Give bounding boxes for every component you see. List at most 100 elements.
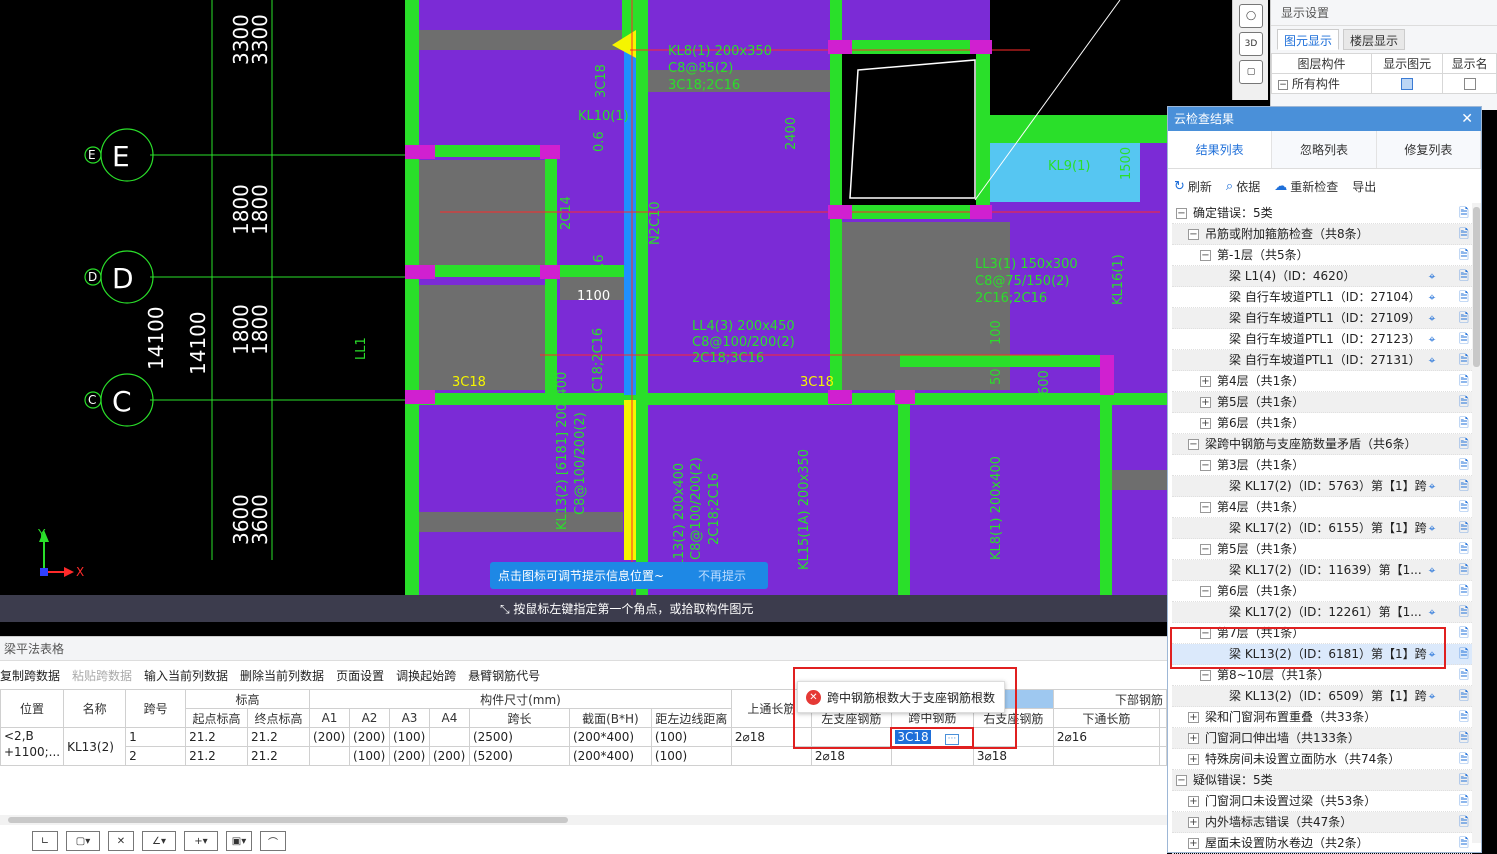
- angle-icon[interactable]: ∠▾: [142, 831, 176, 851]
- document-icon[interactable]: 🗎: [1456, 266, 1472, 286]
- expand-icon[interactable]: +: [1188, 712, 1199, 723]
- cell-top-through[interactable]: [730, 746, 812, 766]
- mid-edit-input[interactable]: 3C18: [895, 729, 931, 744]
- expand-icon[interactable]: +: [1200, 418, 1211, 429]
- result-tree-item[interactable]: 梁 KL17(2)（ID：5763）第【1】跨 ⌖ 🗎: [1172, 476, 1472, 497]
- collapse-icon[interactable]: −: [1200, 544, 1211, 555]
- result-tree-item[interactable]: 梁 自行车坡道PTL1（ID：27109） ⌖ 🗎: [1172, 308, 1472, 329]
- document-icon[interactable]: 🗎: [1456, 539, 1472, 559]
- tab-floor-display[interactable]: 楼层显示: [1343, 29, 1406, 50]
- result-tree-item[interactable]: + 屋面未设置防水卷边（共2条） 🗎: [1172, 833, 1472, 854]
- document-icon[interactable]: 🗎: [1456, 581, 1472, 601]
- locate-icon[interactable]: ⌖: [1422, 560, 1442, 580]
- collapse-icon[interactable]: −: [1176, 775, 1187, 786]
- more-icon[interactable]: ···: [944, 733, 960, 745]
- document-icon[interactable]: 🗎: [1456, 224, 1472, 244]
- locate-icon[interactable]: ⌖: [1422, 602, 1442, 622]
- tab-ignore-list[interactable]: 忽略列表: [1272, 131, 1377, 168]
- copy-span-button[interactable]: 复制跨数据: [0, 667, 60, 684]
- cell-a2[interactable]: (200): [349, 727, 390, 747]
- document-icon[interactable]: 🗎: [1456, 707, 1472, 727]
- swap-start-span-button[interactable]: 调换起始跨: [396, 667, 456, 684]
- cell-right-seat[interactable]: [972, 727, 1054, 747]
- cell-a1[interactable]: [309, 746, 351, 766]
- cell-span[interactable]: 2: [125, 746, 187, 766]
- cell-end[interactable]: 21.2: [247, 746, 311, 766]
- orthogonal-icon[interactable]: ∟: [32, 831, 58, 851]
- cell-start[interactable]: 21.2: [185, 727, 249, 747]
- result-tree-item[interactable]: 梁 自行车坡道PTL1（ID：27123） ⌖ 🗎: [1172, 329, 1472, 350]
- result-tree-item[interactable]: − 第6层（共1条） 🗎: [1172, 581, 1472, 602]
- show-name-checkbox[interactable]: [1463, 78, 1476, 90]
- document-icon[interactable]: 🗎: [1456, 371, 1472, 391]
- table-row[interactable]: 2 21.2 21.2 (100) (200) (200) (5200) (20…: [1, 746, 1168, 766]
- rect-select-icon[interactable]: ▢▾: [66, 831, 100, 851]
- document-icon[interactable]: 🗎: [1456, 518, 1472, 538]
- cell-section[interactable]: (200*400): [568, 746, 652, 766]
- result-tree-item[interactable]: + 门窗洞口伸出墙（共133条） 🗎: [1172, 728, 1472, 749]
- document-icon[interactable]: 🗎: [1456, 686, 1472, 706]
- result-tree-item[interactable]: 梁 KL17(2)（ID：6155）第【1】跨 ⌖ 🗎: [1172, 518, 1472, 539]
- locate-icon[interactable]: ⌖: [1422, 350, 1442, 370]
- orbit-icon[interactable]: ◯: [1239, 4, 1263, 28]
- result-tree-item[interactable]: − 梁跨中钢筋与支座筋数量矛盾（共6条） 🗎: [1172, 434, 1472, 455]
- locate-icon[interactable]: ⌖: [1422, 287, 1442, 307]
- delete-column-button[interactable]: 删除当前列数据: [240, 667, 324, 684]
- document-icon[interactable]: 🗎: [1456, 413, 1472, 433]
- cell-left-seat[interactable]: 2⌀18: [810, 746, 892, 766]
- result-tree-item[interactable]: + 第4层（共1条） 🗎: [1172, 371, 1472, 392]
- collapse-icon[interactable]: −: [1278, 79, 1288, 90]
- collapse-icon[interactable]: −: [1200, 670, 1211, 681]
- close-icon[interactable]: ✕: [1461, 107, 1473, 131]
- result-tree-item[interactable]: + 第5层（共1条） 🗎: [1172, 392, 1472, 413]
- result-tree-item[interactable]: 梁 KL13(2)（ID：6509）第【1】跨 ⌖ 🗎: [1172, 686, 1472, 707]
- cell-top-through[interactable]: 2⌀18: [730, 727, 812, 747]
- expand-icon[interactable]: +: [1188, 733, 1199, 744]
- snap-icon[interactable]: ▣▾: [226, 831, 252, 851]
- collapse-icon[interactable]: −: [1200, 460, 1211, 471]
- document-icon[interactable]: 🗎: [1456, 245, 1472, 265]
- document-icon[interactable]: 🗎: [1456, 728, 1472, 748]
- paste-span-button[interactable]: 粘贴跨数据: [72, 667, 132, 684]
- basis-button[interactable]: ⌕ 依据: [1226, 178, 1260, 195]
- result-tree-item[interactable]: + 内外墙标志错误（共47条） 🗎: [1172, 812, 1472, 833]
- cell-edge[interactable]: (100): [650, 727, 732, 747]
- cell-a4[interactable]: (200): [428, 746, 470, 766]
- document-icon[interactable]: 🗎: [1456, 623, 1472, 643]
- collapse-icon[interactable]: −: [1200, 502, 1211, 513]
- locate-icon[interactable]: ⌖: [1422, 476, 1442, 496]
- document-icon[interactable]: 🗎: [1456, 392, 1472, 412]
- document-icon[interactable]: 🗎: [1456, 434, 1472, 454]
- locate-icon[interactable]: ⌖: [1422, 329, 1442, 349]
- table-hscrollbar[interactable]: [0, 815, 1167, 825]
- cell-bottom-through[interactable]: [1052, 746, 1160, 766]
- cell-end[interactable]: 21.2: [247, 727, 311, 747]
- document-icon[interactable]: 🗎: [1456, 560, 1472, 580]
- table-row[interactable]: <2,B +1100;... KL13(2) 1 21.2 21.2 (200) …: [0, 726, 1168, 766]
- document-icon[interactable]: 🗎: [1456, 476, 1472, 496]
- result-tree-item[interactable]: 梁 自行车坡道PTL1（ID：27131） ⌖ 🗎: [1172, 350, 1472, 371]
- cross-icon[interactable]: ✕: [108, 831, 134, 851]
- expand-icon[interactable]: +: [1200, 397, 1211, 408]
- export-button[interactable]: 导出: [1352, 178, 1376, 195]
- result-tree-item[interactable]: 梁 L1(4)（ID：4620） ⌖ 🗎: [1172, 266, 1472, 287]
- tab-fix-list[interactable]: 修复列表: [1377, 131, 1481, 168]
- document-icon[interactable]: 🗎: [1456, 665, 1472, 685]
- result-tree-item[interactable]: 梁 KL17(2)（ID：12261）第【1... ⌖ 🗎: [1172, 602, 1472, 623]
- collapse-icon[interactable]: −: [1188, 439, 1199, 450]
- document-icon[interactable]: 🗎: [1456, 308, 1472, 328]
- cell-name[interactable]: KL13(2): [63, 727, 127, 766]
- expand-icon[interactable]: +: [1200, 376, 1211, 387]
- result-tree-item[interactable]: + 第6层（共1条） 🗎: [1172, 413, 1472, 434]
- cell-a4[interactable]: [428, 727, 470, 747]
- document-icon[interactable]: 🗎: [1456, 329, 1472, 349]
- result-tree-item[interactable]: + 梁和门窗洞布置重叠（共33条） 🗎: [1172, 707, 1472, 728]
- cube-view-icon[interactable]: ▢: [1239, 60, 1263, 84]
- document-icon[interactable]: 🗎: [1456, 203, 1472, 223]
- cell-mid-editing[interactable]: 3C18 ···: [890, 726, 975, 748]
- offset-icon[interactable]: +▾: [184, 831, 218, 851]
- recheck-button[interactable]: ☁ 重新检查: [1274, 178, 1338, 195]
- document-icon[interactable]: 🗎: [1456, 812, 1472, 832]
- document-icon[interactable]: 🗎: [1456, 287, 1472, 307]
- document-icon[interactable]: 🗎: [1456, 497, 1472, 517]
